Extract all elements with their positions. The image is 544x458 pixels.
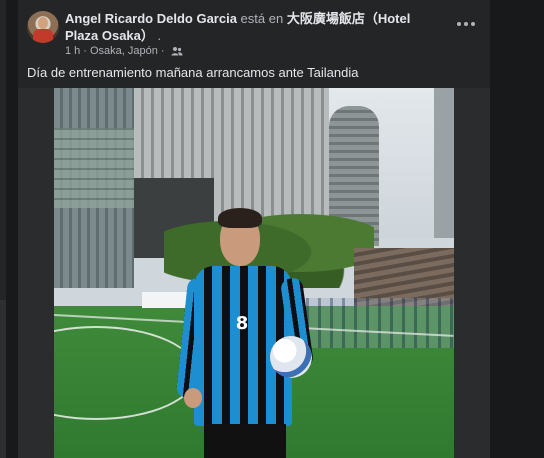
post-header: Angel Ricardo Deldo Garcia está en 大阪廣場飯…: [18, 0, 490, 60]
photo-fence: [294, 298, 454, 348]
header-trailing: .: [153, 28, 162, 43]
photo-ball: [270, 336, 312, 378]
post-media[interactable]: 8: [18, 88, 490, 458]
sidebar-panel: [0, 300, 6, 458]
post-location[interactable]: Osaka, Japón: [90, 44, 158, 58]
more-horizontal-icon: [457, 22, 461, 26]
post-card: Angel Ricardo Deldo Garcia está en 大阪廣場飯…: [18, 0, 490, 458]
photo-building-right: [434, 88, 454, 238]
photo-jersey-number: 8: [235, 313, 249, 334]
photo-player-hand: [184, 388, 202, 408]
author-avatar[interactable]: [27, 11, 59, 43]
more-options-button[interactable]: [454, 14, 478, 34]
post-time[interactable]: 1 h: [65, 44, 80, 58]
friends-icon[interactable]: [171, 46, 183, 56]
more-dot: [471, 22, 475, 26]
post-caption: Día de entrenamiento mañana arrancamos a…: [27, 65, 359, 80]
more-dot: [464, 22, 468, 26]
photo-player-shorts: [204, 424, 286, 458]
post-photo[interactable]: 8: [54, 88, 454, 458]
checkin-verb: está en: [236, 11, 287, 26]
photo-player-hair: [218, 208, 262, 228]
avatar-face: [38, 17, 48, 29]
post-meta: 1 h · Osaka, Japón ·: [65, 44, 183, 58]
author-name[interactable]: Angel Ricardo Deldo Garcia: [65, 11, 237, 26]
left-sidebar-edge: [0, 0, 6, 458]
meta-separator-2: ·: [160, 45, 165, 57]
photo-building-glass: [54, 128, 134, 208]
avatar-shirt: [33, 29, 53, 43]
meta-separator: ·: [83, 45, 87, 57]
post-header-text: Angel Ricardo Deldo Garcia está en 大阪廣場飯…: [65, 10, 445, 44]
